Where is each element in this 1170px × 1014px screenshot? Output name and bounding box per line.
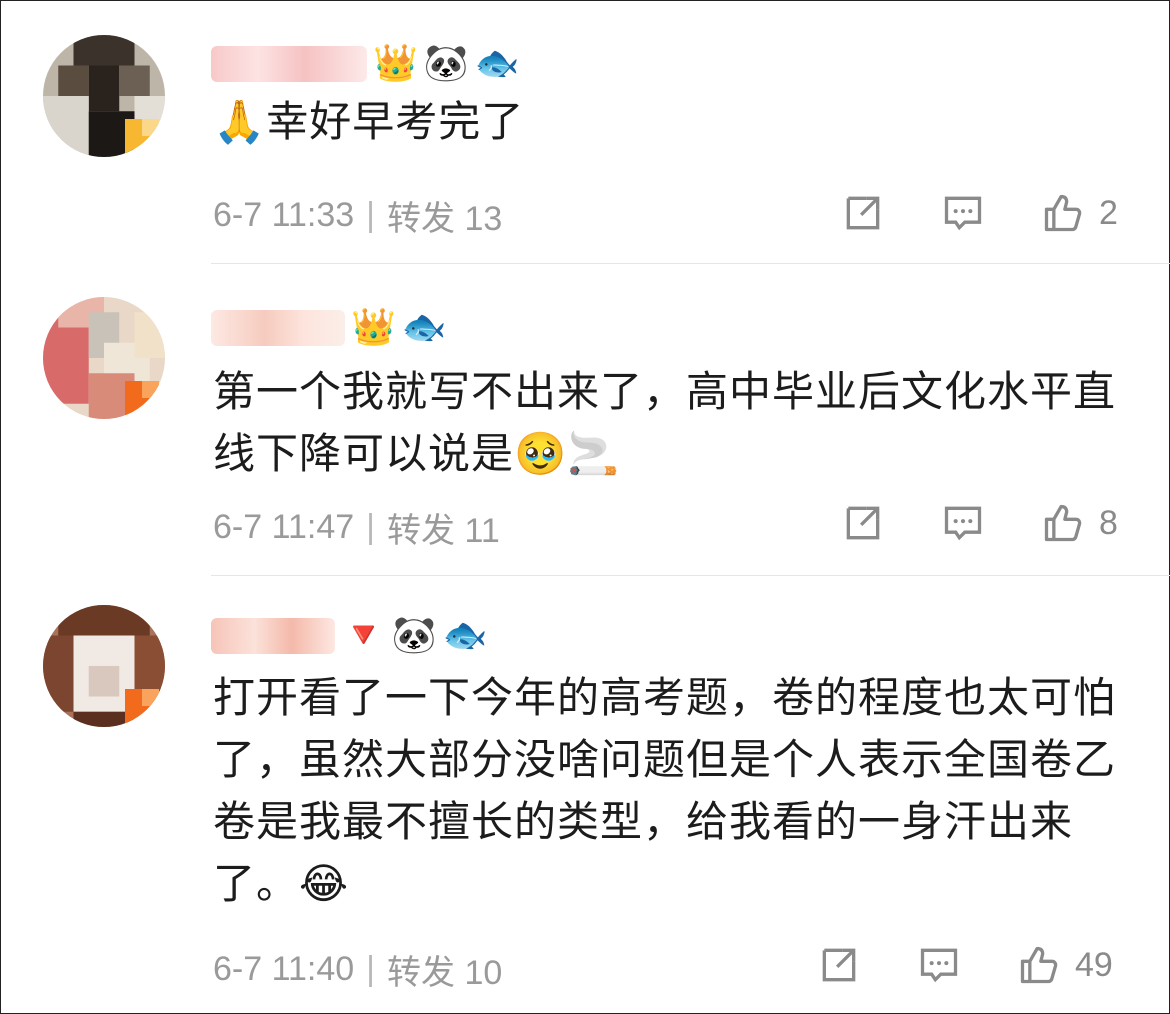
avatar[interactable] bbox=[43, 35, 165, 157]
action-bar: 8 bbox=[841, 501, 1118, 545]
repost-count[interactable]: 转发 10 bbox=[387, 945, 502, 994]
vip-badge-icon: 🔻 bbox=[341, 615, 386, 656]
like-count: 49 bbox=[1075, 945, 1113, 984]
share-icon[interactable] bbox=[841, 501, 885, 545]
comment-icon[interactable] bbox=[917, 943, 961, 987]
username[interactable] bbox=[211, 310, 345, 346]
username-row: 👑 🐟 bbox=[211, 303, 447, 353]
username-row: 👑 🐼 🐟 bbox=[211, 39, 519, 89]
repost-count[interactable]: 转发 11 bbox=[387, 503, 500, 552]
koi-badge-icon: 🐟 bbox=[442, 615, 488, 656]
share-icon[interactable] bbox=[841, 191, 885, 235]
avatar[interactable] bbox=[43, 297, 165, 419]
separator: | bbox=[366, 508, 375, 546]
koi-badge-icon: 🐟 bbox=[401, 307, 447, 348]
thumbs-up-icon[interactable] bbox=[1041, 191, 1085, 235]
repost-count[interactable]: 转发 13 bbox=[387, 191, 502, 240]
share-icon[interactable] bbox=[817, 943, 861, 987]
username-row: 🔻 🐼 🐟 bbox=[211, 611, 487, 661]
panda-badge-icon: 🐼 bbox=[391, 615, 437, 656]
comment-date: 6-7 11:47 bbox=[213, 508, 355, 546]
like-count: 2 bbox=[1099, 193, 1118, 232]
verified-badge-icon bbox=[125, 689, 159, 723]
comment-list: 👑 🐼 🐟 🙏幸好早考完了 6-7 11:33 | 转发 13 2 👑 🐟 第一… bbox=[0, 0, 1170, 1014]
verified-badge-icon bbox=[125, 119, 159, 153]
avatar[interactable] bbox=[43, 605, 165, 727]
koi-badge-icon: 🐟 bbox=[474, 43, 520, 84]
divider bbox=[211, 575, 1170, 576]
verified-badge-icon bbox=[125, 381, 159, 415]
action-bar: 2 bbox=[841, 191, 1118, 235]
comment-icon[interactable] bbox=[941, 501, 985, 545]
crown-badge-icon: 👑 bbox=[351, 307, 396, 348]
separator: | bbox=[366, 950, 375, 988]
crown-badge-icon: 👑 bbox=[373, 43, 418, 84]
comment-text: 打开看了一下今年的高考题，卷的程度也太可怕了，虽然大部分没啥问题但是个人表示全国… bbox=[213, 673, 1117, 908]
comment-meta: 6-7 11:40 | 转发 10 bbox=[213, 945, 502, 994]
comment-meta: 6-7 11:33 | 转发 13 bbox=[213, 191, 502, 240]
comment-text: 🙏幸好早考完了 bbox=[213, 97, 525, 146]
thumbs-up-icon[interactable] bbox=[1017, 943, 1061, 987]
thumbs-up-icon[interactable] bbox=[1041, 501, 1085, 545]
action-bar: 49 bbox=[817, 943, 1113, 987]
comment-meta: 6-7 11:47 | 转发 11 bbox=[213, 503, 500, 552]
username[interactable] bbox=[211, 46, 367, 82]
like-count: 8 bbox=[1099, 503, 1118, 542]
comment-icon[interactable] bbox=[941, 191, 985, 235]
comment-text: 第一个我就写不出来了，高中毕业后文化水平直线下降可以说是🥹🚬 bbox=[213, 367, 1117, 478]
divider bbox=[211, 263, 1170, 264]
comment-date: 6-7 11:40 bbox=[213, 950, 355, 988]
comment-date: 6-7 11:33 bbox=[213, 196, 355, 234]
username[interactable] bbox=[211, 618, 335, 654]
separator: | bbox=[366, 196, 375, 234]
panda-badge-icon: 🐼 bbox=[423, 43, 469, 84]
